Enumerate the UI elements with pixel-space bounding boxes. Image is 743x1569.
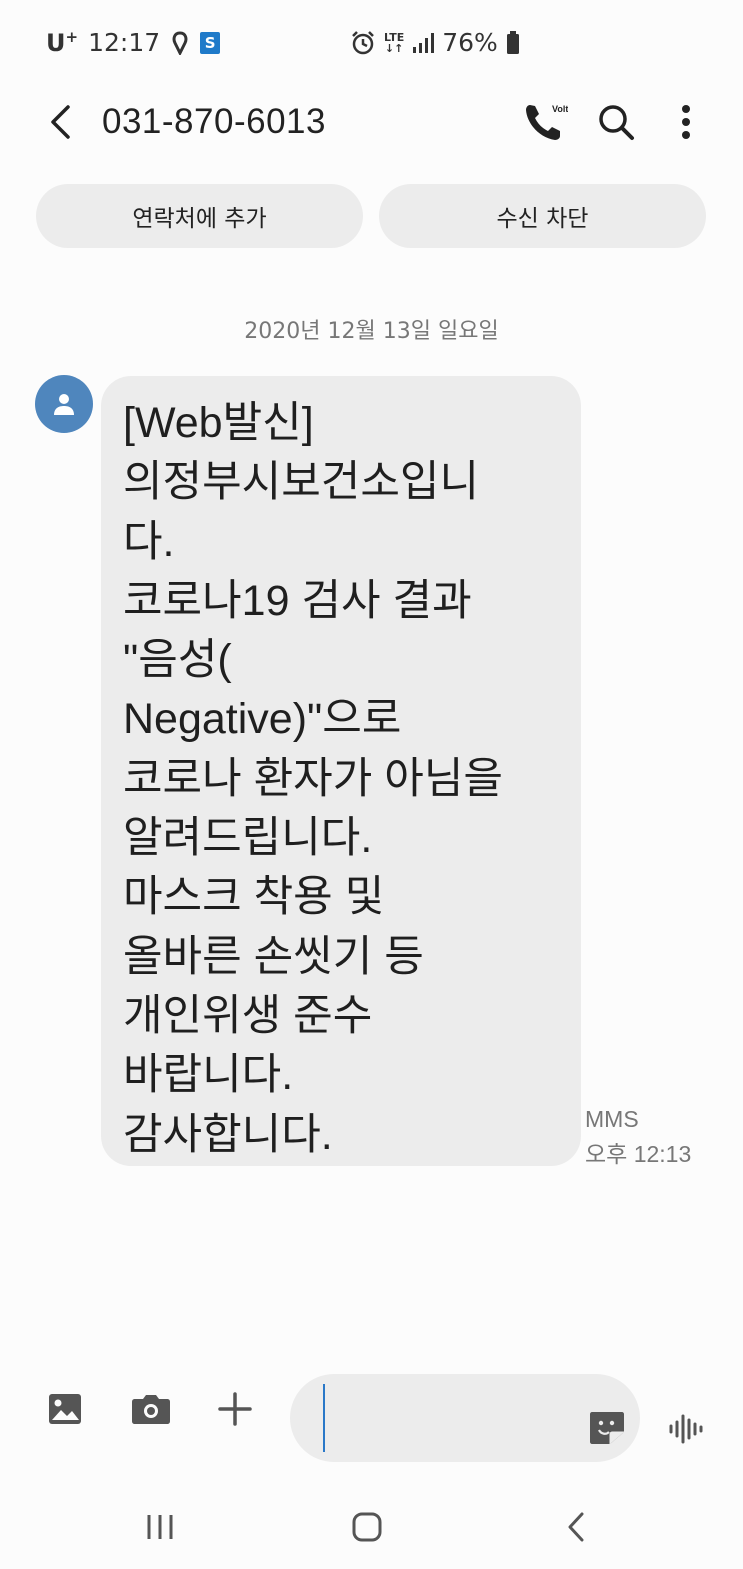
back-button[interactable] (38, 100, 82, 144)
contact-number: 031-870-6013 (102, 102, 326, 141)
message-line: 마스크 착용 및 (123, 873, 385, 922)
navigation-bar (0, 1480, 743, 1569)
message-line: 올바른 손씻기 등 (123, 932, 424, 981)
message-line: Negative)"으로 (123, 695, 402, 744)
block-number-button[interactable]: 수신 차단 (379, 184, 706, 248)
status-left: U+ 12:17 S (46, 28, 221, 57)
recents-icon (147, 1515, 173, 1539)
s-app-icon: S (200, 31, 221, 54)
message-line: 코로나19 검사 결과 (123, 576, 472, 625)
more-icon (682, 105, 690, 139)
call-icon: Volte (526, 104, 573, 140)
lte-icon: LTE ↓↑ (384, 30, 405, 55)
gallery-icon (49, 1394, 81, 1424)
text-cursor (323, 1384, 325, 1452)
recents-button[interactable] (138, 1505, 182, 1549)
location-icon (172, 30, 188, 55)
call-button[interactable]: Volte (522, 100, 573, 146)
message-line: 의정부시보건소입니 (123, 458, 480, 507)
carrier-label: U+ (46, 28, 79, 57)
camera-icon (132, 1395, 170, 1424)
status-bar: U+ 12:17 S LTE ↓↑ 76% (0, 0, 743, 88)
alarm-icon (352, 30, 374, 54)
message-meta: MMS 오후 12:13 (585, 1102, 691, 1172)
signal-icon (413, 32, 435, 53)
plus-icon (218, 1392, 252, 1426)
conversation-header: 031-870-6013 Volte (0, 90, 743, 160)
volte-label: Volte (552, 104, 568, 114)
message-input[interactable] (290, 1374, 640, 1462)
message-line: [Web발신] (123, 399, 314, 447)
home-button[interactable] (345, 1505, 389, 1549)
add-attachment-button[interactable] (214, 1388, 256, 1430)
sticker-icon (590, 1412, 624, 1444)
message-line: 알려드립니다. (123, 814, 373, 863)
battery-percent: 76% (442, 28, 498, 57)
avatar[interactable] (35, 375, 93, 433)
add-contact-button[interactable]: 연락처에 추가 (36, 184, 363, 248)
sticker-button[interactable] (588, 1410, 626, 1446)
search-button[interactable] (594, 100, 638, 144)
message-bubble[interactable]: [Web발신] 의정부시보건소입니 다. 코로나19 검사 결과 "음성( Ne… (101, 376, 581, 1166)
camera-button[interactable] (129, 1388, 173, 1430)
message-line: 개인위생 준수 (123, 991, 373, 1040)
network-label: LTE (384, 30, 405, 44)
message-line: 코로나 환자가 아님을 (123, 754, 503, 803)
message-line: "음성( (123, 636, 232, 685)
message-type: MMS (585, 1106, 639, 1132)
system-back-button[interactable] (554, 1505, 598, 1549)
status-right: LTE ↓↑ 76% (350, 28, 520, 57)
home-icon (352, 1512, 382, 1542)
voice-icon (669, 1414, 703, 1444)
back-nav-icon (568, 1512, 584, 1542)
message-line: 바랍니다. (123, 1051, 294, 1100)
search-icon (599, 105, 634, 140)
clock: 12:17 (88, 28, 161, 57)
more-options-button[interactable] (666, 100, 706, 144)
date-divider: 2020년 12월 13일 일요일 (244, 319, 499, 344)
message-line: 감사합니다. (123, 1110, 333, 1159)
person-icon (54, 394, 74, 415)
voice-record-button[interactable] (666, 1408, 708, 1450)
back-icon (51, 105, 70, 139)
message-time: 오후 12:13 (585, 1141, 692, 1167)
gallery-button[interactable] (44, 1388, 86, 1430)
message-line: 다. (123, 517, 175, 566)
battery-icon (506, 30, 519, 54)
